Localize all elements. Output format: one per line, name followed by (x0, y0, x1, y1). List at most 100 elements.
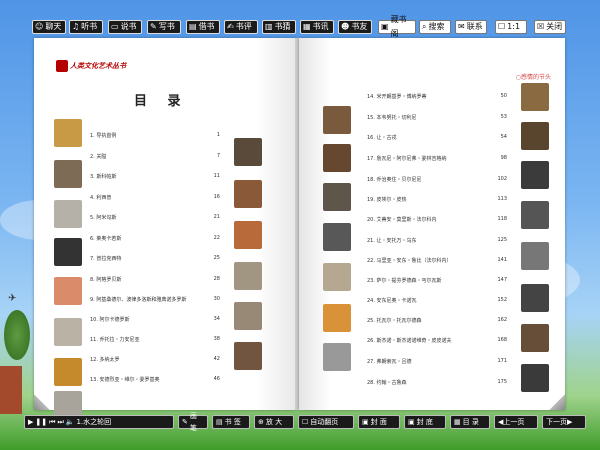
thumbnail (234, 342, 262, 370)
ribbon-label: ○感情的节头 (515, 74, 551, 81)
thumbnail (521, 324, 549, 352)
write-icon: ✎ (150, 22, 157, 31)
btn-close[interactable]: ☒ 关闭 (534, 20, 566, 34)
btn-auto-flip[interactable]: ☐ 自动翻页 (298, 415, 354, 429)
btn-back-cover[interactable]: ▣ 封 底 (404, 415, 446, 429)
toc-entry[interactable]: 15. 本韦努托・切利尼 53 (367, 114, 507, 121)
btn-contents[interactable]: ▦ 目 录 (450, 415, 490, 429)
toc-entry[interactable]: 3. 斯科帕斯 11 (90, 173, 220, 180)
cover-icon: ▣ (362, 418, 369, 426)
btn-bookmark[interactable]: ▤ 书 签 (212, 415, 250, 429)
toc-entry[interactable]: 4. 利西普 16 (90, 194, 220, 201)
thumbnail (323, 183, 351, 211)
contents-icon: ▦ (454, 418, 461, 426)
thumbnail (54, 318, 82, 346)
left-page: 人类文化艺术丛书 目 录 1. 导执首例 1 2. 关隘 7 3. 斯科帕斯 11 4… (34, 38, 296, 419)
toc-entry[interactable]: 23. 萨尔・提芬罗德森・丐尔瓦斯 147 (367, 277, 507, 284)
thumbnail (54, 160, 82, 188)
btn-friends[interactable]: ☻ 书友 (338, 20, 372, 34)
btn-pen[interactable]: ✎ 画 笔 (178, 412, 208, 432)
volume-icon[interactable]: 🔈 (66, 416, 75, 428)
thumbnail (54, 277, 82, 305)
listen-icon: ♫ (72, 22, 80, 31)
toc-entry[interactable]: 18. 乔治奥住・贝尔尼尼 102 (367, 176, 507, 183)
thumbnail (521, 242, 549, 270)
thumbnail (54, 358, 82, 386)
thumbnail (323, 263, 351, 291)
page-curl-left[interactable] (34, 394, 50, 410)
btn-cover[interactable]: ▣ 封 面 (358, 415, 400, 429)
track-label: 1.水之轮回 (76, 418, 112, 426)
toc-entry[interactable]: 16. 让・古戎 54 (367, 134, 507, 141)
play-icon[interactable]: ▶ (28, 416, 33, 428)
btn-next-page[interactable]: 下一页▶ (542, 415, 586, 429)
btn-zoom[interactable]: ☐ 1:1 (495, 20, 527, 34)
search-icon: ⌕ (422, 22, 427, 31)
thumbnail (234, 138, 262, 166)
toc-entry[interactable]: 25. 托瓦尔・托瓦尔德森 162 (367, 317, 507, 324)
zoom-in-icon: ⊕ (258, 418, 264, 426)
toc-entry[interactable]: 12. 多纳太罗 42 (90, 356, 220, 363)
toc-entry[interactable]: 10. 阿尔卡德罗斯 34 (90, 316, 220, 323)
thumbnail (323, 223, 351, 251)
btn-listen[interactable]: ♫ 听书 (69, 20, 103, 34)
btn-tell[interactable]: ▭ 说书 (108, 20, 142, 34)
thumbnail (521, 83, 549, 111)
btn-contact[interactable]: ✉ 联系 (455, 20, 487, 34)
toc-entry[interactable]: 1. 导执首例 1 (90, 132, 220, 139)
bird-icon: ✈ (8, 293, 17, 304)
btn-library[interactable]: ▣ 藏书阁 (378, 15, 416, 38)
toc-entry[interactable]: 5. 阿米勾斯 21 (90, 214, 220, 221)
btn-news[interactable]: ▦ 书讯 (300, 20, 334, 34)
tell-icon: ▭ (111, 22, 119, 31)
btn-write[interactable]: ✎ 写书 (147, 20, 181, 34)
btn-review[interactable]: ✍ 书评 (224, 20, 258, 34)
next-track-icon[interactable]: ⏭ (57, 416, 63, 428)
thumbnail (54, 119, 82, 147)
btn-chat[interactable]: ☺ 聊天 (32, 20, 66, 34)
btn-search[interactable]: ⌕ 搜索 (419, 20, 451, 34)
thumbnail (323, 144, 351, 172)
bookmark-icon: ▤ (216, 418, 223, 426)
thumbnail (323, 106, 351, 134)
pause-icon[interactable]: ❚❚ (35, 416, 47, 428)
page-title: 目 录 (134, 94, 189, 109)
toc-entry[interactable]: 28. 约翰・古鲁森 175 (367, 379, 507, 386)
toc-entry[interactable]: 6. 莱奥卡若斯 22 (90, 235, 220, 242)
toc-entry[interactable]: 17. 詹瓦尼・阿尔尼弗・委林吉格纳 98 (367, 155, 507, 162)
toc-entry[interactable]: 8. 阿格罗贝斯 28 (90, 276, 220, 283)
zoom-icon: ☐ (498, 22, 506, 31)
toc-entry[interactable]: 9. 阿基桑德尔、波律多洛斯和雅典诺多罗斯 30 (90, 296, 220, 303)
toc-entry[interactable]: 19. 皮埃尔・皮热 113 (367, 196, 507, 203)
bottom-toolbar: ▶ ❚❚ ⏮ ⏭ 🔈 1.水之轮回 ✎ 画 笔 ▤ 书 签 ⊕ 放 大 ☐ 自动翻页 ▣… (24, 412, 586, 432)
toc-entry[interactable]: 11. 乔托拉・力安尼亚 38 (90, 336, 220, 343)
music-player[interactable]: ▶ ❚❚ ⏮ ⏭ 🔈 1.水之轮回 (24, 415, 174, 429)
thumbnail (234, 262, 262, 290)
pen-icon: ✎ (182, 418, 188, 426)
btn-zoom-in[interactable]: ⊕ 放 大 (254, 415, 294, 429)
library-icon: ▣ (381, 22, 389, 31)
toc-entry[interactable]: 20. 艾蒂安・莫里斯・法尔科内 118 (367, 216, 507, 223)
toc-entry[interactable]: 13. 安德烈亚・维尔・委罗基奥 46 (90, 376, 220, 383)
toc-entry[interactable]: 14. 米开朗基罗・博纳罗蒂 50 (367, 93, 507, 100)
chat-icon: ☺ (35, 22, 44, 31)
close-icon: ☒ (537, 22, 545, 31)
toc-entry[interactable]: 2. 关隘 7 (90, 153, 220, 160)
toc-entry[interactable]: 22. 马里亚・安东・鲁比（法尔科内） 141 (367, 257, 507, 264)
news-icon: ▦ (303, 22, 311, 31)
page-curl-right[interactable] (549, 394, 565, 410)
thumbnail (521, 284, 549, 312)
thumbnail (234, 302, 262, 330)
toc-entry[interactable]: 21. 让・安托万・乌东 125 (367, 237, 507, 244)
prev-track-icon[interactable]: ⏮ (49, 416, 55, 428)
toc-entry[interactable]: 24. 安东尼奥・卡诺瓦 152 (367, 297, 507, 304)
btn-borrow[interactable]: ▤ 借书 (186, 20, 220, 34)
right-page: ○感情的节头 14. 米开朗基罗・博纳罗蒂 50 15. 本韦努托・切利尼 53 1… (299, 38, 565, 410)
guess-icon: ▥ (265, 22, 273, 31)
toc-entry[interactable]: 7. 普拉克西特 25 (90, 255, 220, 262)
btn-guess[interactable]: ▥ 书猜 (262, 20, 296, 34)
btn-prev-page[interactable]: ◀上一页 (494, 415, 538, 429)
thumbnail (54, 200, 82, 228)
toc-entry[interactable]: 27. 弗朗索瓦・吕德 171 (367, 358, 507, 365)
toc-entry[interactable]: 26. 斯杰诺・斯杰诺诺维奇・皮皮诺夫 168 (367, 337, 507, 344)
